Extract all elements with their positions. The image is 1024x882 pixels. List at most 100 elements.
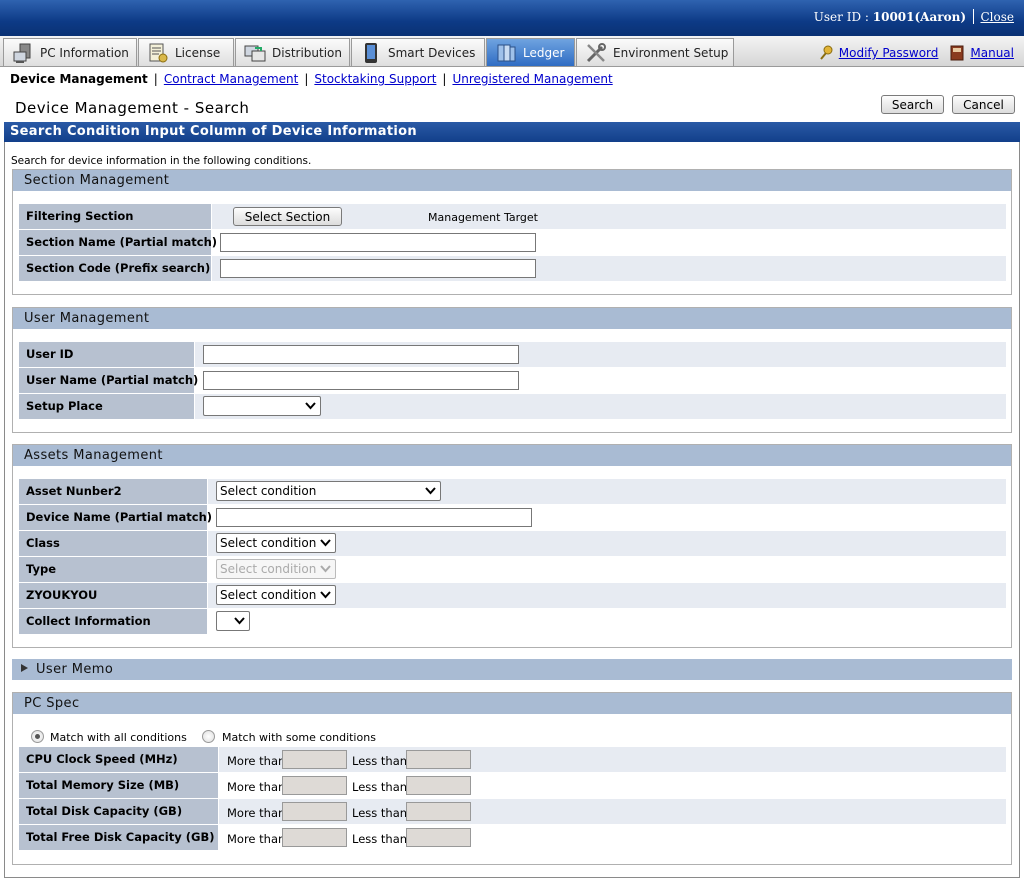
section-name-input[interactable] [220,233,536,252]
match-all-label: Match with all conditions [50,731,187,744]
match-some-label: Match with some conditions [222,731,376,744]
select-value: Select condition [220,588,317,602]
chevron-down-icon [320,565,331,573]
setup-place-select[interactable] [203,396,321,416]
pc-spec-panel: PC Spec Match with all conditions Match … [12,692,1012,865]
expand-arrow-icon[interactable] [20,663,30,673]
user-id-row: User ID [19,342,1006,368]
disk-max-input[interactable] [406,802,471,821]
close-link[interactable]: Close [980,10,1014,24]
tab-environment-setup[interactable]: Environment Setup [576,38,734,66]
tab-pc-information[interactable]: PC Information [3,38,137,66]
field-label: Collect Information [19,609,208,634]
top-bar: User ID : 10001(Aaron) Close [0,0,1024,36]
main-panel-header: Search Condition Input Column of Device … [4,122,1020,142]
section-header: Assets Management [13,445,1011,466]
field-label: Section Name (Partial match) [19,230,217,255]
page-title: Device Management - Search [15,99,250,117]
user-memo-header[interactable]: User Memo [12,659,1012,680]
chevron-down-icon [305,402,316,410]
chevron-down-icon [425,487,436,495]
match-some-radio[interactable] [202,730,215,743]
collect-information-select[interactable] [216,611,250,631]
filtering-section-row: Filtering Section Select Section Managem… [19,204,1006,230]
tab-label: Distribution [272,45,343,60]
more-than-label: More than [227,754,286,768]
main-tab-bar: PC Information License Distribution Smar… [0,36,1024,67]
user-id-input[interactable] [203,345,519,364]
less-than-label: Less than [352,754,408,768]
tab-license[interactable]: License [138,38,234,66]
modify-password-link[interactable]: Modify Password [839,46,939,60]
tab-label: Environment Setup [613,45,729,60]
cancel-button[interactable]: Cancel [952,95,1015,114]
less-than-label: Less than [352,780,408,794]
cpu-min-input[interactable] [282,750,347,769]
field-label: ZYOUKYOU [19,583,208,608]
tab-ledger[interactable]: Ledger [486,38,575,66]
cpu-clock-row: CPU Clock Speed (MHz) More than Less tha… [19,747,1006,773]
user-id-display: User ID : 10001(Aaron) [813,10,966,24]
field-label: Setup Place [19,394,195,419]
asset-number-select[interactable]: Select condition [216,481,441,501]
tab-distribution[interactable]: Distribution [235,38,350,66]
tab-label: License [175,45,221,60]
subnav-current: Device Management [10,72,148,86]
tab-label: Smart Devices [388,45,476,60]
assets-management-panel: Assets Management Asset Nunber2 Select c… [12,444,1012,648]
field-label: User Name (Partial match) [19,368,198,393]
section-header: Section Management [13,170,1011,191]
user-name-input[interactable] [203,371,519,390]
section-code-input[interactable] [220,259,536,278]
instruction-text: Search for device information in the fol… [11,155,312,167]
match-all-radio[interactable] [31,730,44,743]
free-disk-capacity-row: Total Free Disk Capacity (GB) More than … [19,825,1006,851]
zyoukyou-row: ZYOUKYOU Select condition [19,583,1006,609]
collect-information-row: Collect Information [19,609,1006,635]
zyoukyou-select[interactable]: Select condition [216,585,336,605]
tools-icon [585,42,607,64]
tab-label: Ledger [523,45,565,60]
more-than-label: More than [227,780,286,794]
user-name-row: User Name (Partial match) [19,368,1006,394]
select-section-button[interactable]: Select Section [233,207,342,226]
subnav-stocktaking-support[interactable]: Stocktaking Support [314,72,436,86]
select-value: Select condition [220,536,317,550]
user-memo-panel[interactable]: User Memo [12,659,1012,682]
field-label: CPU Clock Speed (MHz) [19,747,219,772]
license-icon [147,42,169,64]
pc-icon [12,42,34,64]
utility-links: Modify Password Manual [819,45,1014,61]
section-title: User Memo [36,662,114,677]
subnav-unregistered-management[interactable]: Unregistered Management [452,72,612,86]
chevron-down-icon [320,591,331,599]
field-label: Total Disk Capacity (GB) [19,799,219,824]
chevron-down-icon [320,539,331,547]
field-label: Asset Nunber2 [19,479,208,504]
manual-book-icon [950,45,964,61]
chevron-down-icon [234,617,245,625]
field-label: Total Memory Size (MB) [19,773,219,798]
type-row: Type Select condition [19,557,1006,583]
free-disk-max-input[interactable] [406,828,471,847]
disk-capacity-row: Total Disk Capacity (GB) More than Less … [19,799,1006,825]
disk-min-input[interactable] [282,802,347,821]
less-than-label: Less than [352,806,408,820]
section-management-panel: Section Management Filtering Section Sel… [12,169,1012,295]
free-disk-min-input[interactable] [282,828,347,847]
field-label: Section Code (Prefix search) [19,256,212,281]
tab-smart-devices[interactable]: Smart Devices [351,38,485,66]
subnav-contract-management[interactable]: Contract Management [164,72,298,86]
cpu-max-input[interactable] [406,750,471,769]
memory-min-input[interactable] [282,776,347,795]
section-header: User Management [13,308,1011,329]
select-value: Select condition [220,562,317,576]
manual-link[interactable]: Manual [970,46,1014,60]
search-button[interactable]: Search [881,95,944,114]
field-label: Class [19,531,208,556]
class-select[interactable]: Select condition [216,533,336,553]
more-than-label: More than [227,832,286,846]
device-name-input[interactable] [216,508,532,527]
memory-max-input[interactable] [406,776,471,795]
sub-navigation: Device Management | Contract Management | St… [10,72,613,86]
